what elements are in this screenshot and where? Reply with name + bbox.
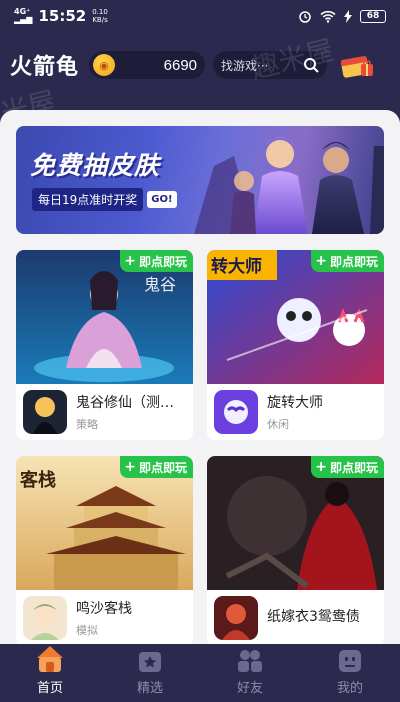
- nav-label: 首页: [36, 681, 63, 696]
- game-icon: [214, 596, 258, 640]
- svg-text:转大师: 转大师: [211, 256, 262, 277]
- instant-play-badge: + 即点即玩: [120, 250, 193, 272]
- game-tag: 策略: [76, 418, 98, 431]
- search-icon[interactable]: [303, 57, 319, 73]
- coin-balance[interactable]: ◉ 6690: [89, 51, 206, 79]
- search-placeholder: 找游戏···: [221, 58, 269, 73]
- coin-icon: ◉: [93, 54, 116, 76]
- featured-icon: [139, 652, 161, 672]
- game-tag: 模拟: [76, 624, 98, 637]
- nav-item-profile[interactable]: 我的: [300, 644, 400, 702]
- alarm-icon: [299, 11, 311, 23]
- game-info: 鸣沙客栈 模拟: [16, 590, 193, 644]
- status-bar: 4G⁺ ▂▄▆ 15:52 0.10 KB/s 68: [0, 0, 400, 32]
- game-info: 鬼谷修仙（测… 策略: [16, 384, 193, 440]
- search-input[interactable]: 找游戏···: [213, 51, 328, 79]
- nav-label: 我的: [336, 681, 363, 696]
- profile-icon: [339, 650, 361, 672]
- battery-icon: 68: [360, 9, 386, 23]
- game-card[interactable]: 转大师 + 即点即玩 旋转大师 休闲: [207, 250, 384, 440]
- nav-item-friends[interactable]: 好友: [200, 644, 300, 702]
- status-time: 15:52: [38, 7, 87, 25]
- banner-subtitle: 每日19点准时开奖: [32, 188, 144, 211]
- banner-title: 免费抽皮肤: [30, 151, 161, 180]
- network-speed: 0.10 KB/s: [92, 8, 108, 24]
- signal-icon: 4G⁺ ▂▄▆: [14, 7, 33, 24]
- instant-play-badge: + 即点即玩: [311, 456, 384, 478]
- svg-text:客栈: 客栈: [20, 469, 56, 491]
- charging-icon: [344, 9, 352, 23]
- nav-label: 精选: [136, 681, 163, 696]
- home-icon: [37, 646, 63, 672]
- promo-banner[interactable]: 免费抽皮肤 每日19点准时开奖 GO!: [16, 126, 384, 234]
- banner-go-button[interactable]: GO!: [147, 191, 177, 208]
- game-card[interactable]: 客栈 + 即点即玩 鸣沙客栈 模拟: [16, 456, 193, 644]
- game-card[interactable]: 鬼谷 + 即点即玩 鬼谷修仙（测… 策略: [16, 250, 193, 440]
- game-name: 鸣沙客栈: [76, 601, 132, 617]
- game-name: 旋转大师: [267, 395, 323, 411]
- nav-item-home[interactable]: 首页: [0, 644, 100, 702]
- friends-icon: [238, 650, 262, 672]
- game-icon: [214, 390, 258, 434]
- wifi-icon: [320, 10, 336, 23]
- game-info: 旋转大师 休闲: [207, 384, 384, 440]
- banner-characters-image: [194, 137, 384, 234]
- game-name: 鬼谷修仙（测…: [76, 395, 174, 411]
- instant-play-badge: + 即点即玩: [311, 250, 384, 272]
- game-card[interactable]: + 即点即玩 纸嫁衣3鸳鸯债: [207, 456, 384, 644]
- instant-play-badge: + 即点即玩: [120, 456, 193, 478]
- game-tag: 休闲: [267, 418, 289, 431]
- nav-item-featured[interactable]: 精选: [100, 644, 200, 702]
- nav-label: 好友: [236, 681, 263, 696]
- main-content[interactable]: 免费抽皮肤 每日19点准时开奖 GO! 鬼谷 + 即点即玩 鬼谷修仙（测… 策略…: [0, 110, 400, 644]
- banner-subtitle-row: 每日19点准时开奖 GO!: [32, 188, 177, 211]
- app-header: 火箭龟 ◉ 6690 找游戏···: [0, 40, 400, 90]
- game-icon: [23, 596, 67, 640]
- game-icon: [23, 390, 67, 434]
- svg-text:鬼谷: 鬼谷: [144, 275, 176, 294]
- bottom-nav: 首页 精选 好友 我的: [0, 644, 400, 702]
- game-info: 纸嫁衣3鸳鸯债: [207, 590, 384, 644]
- game-name: 纸嫁衣3鸳鸯债: [267, 609, 360, 625]
- app-title: 火箭龟: [10, 55, 80, 80]
- gift-calendar-icon[interactable]: [339, 50, 375, 80]
- coin-value: 6690: [163, 56, 198, 74]
